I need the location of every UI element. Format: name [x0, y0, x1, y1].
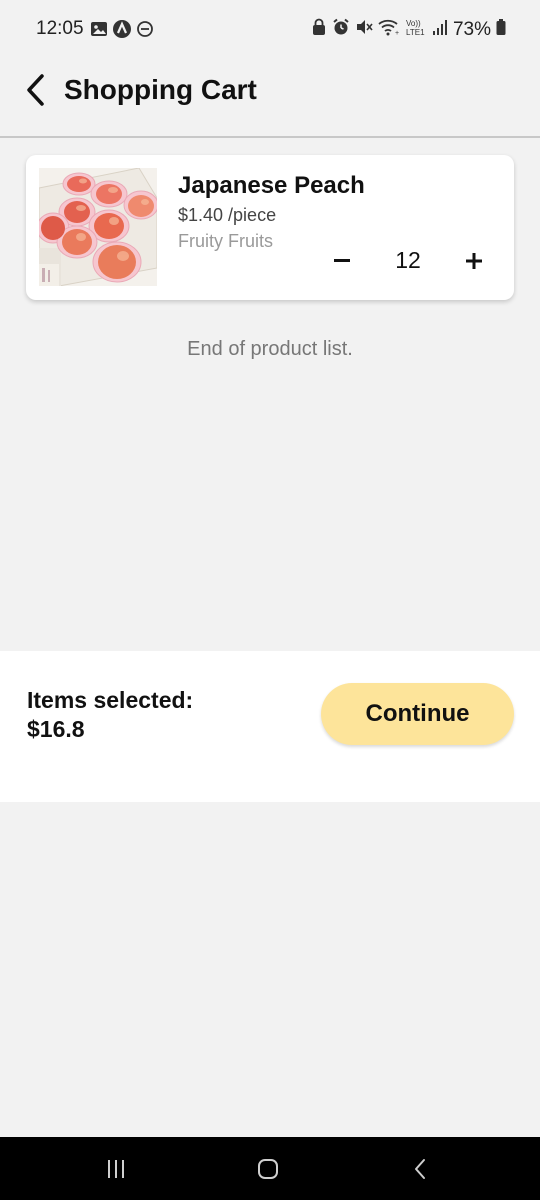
- items-selected-label: Items selected:: [27, 687, 194, 713]
- product-name: Japanese Peach: [178, 172, 365, 199]
- alarm-icon: [332, 18, 350, 41]
- end-of-list-text: End of product list.: [187, 338, 353, 360]
- continue-button[interactable]: Continue: [321, 683, 514, 745]
- product-seller: Fruity Fruits: [178, 231, 274, 251]
- status-right: + Vo)) LTE1 73%: [311, 18, 506, 41]
- system-back-button[interactable]: [400, 1155, 440, 1183]
- home-icon: [258, 1159, 278, 1179]
- home-button[interactable]: [248, 1155, 288, 1183]
- svg-text:LTE1: LTE1: [406, 28, 425, 36]
- status-time: 12:05: [36, 18, 84, 39]
- svg-text:+: +: [395, 30, 399, 36]
- product-image: [39, 168, 157, 286]
- quantity-decrease-button[interactable]: [326, 245, 358, 277]
- back-icon: [415, 1159, 425, 1179]
- battery-percent: 73%: [452, 18, 491, 40]
- image-icon: [90, 20, 108, 43]
- cart-total: $16.8: [27, 716, 85, 742]
- product-price: $1.40 /piece: [178, 205, 277, 225]
- volte-icon: Vo)) LTE1: [405, 18, 427, 41]
- status-left-icons: [90, 19, 154, 44]
- wifi-icon: +: [378, 18, 400, 41]
- app-bar: Shopping Cart: [0, 60, 540, 138]
- cart-item-card[interactable]: Japanese Peach $1.40 /piece Fruity Fruit…: [26, 155, 514, 300]
- app-icon: [112, 19, 132, 44]
- signal-icon: [432, 18, 448, 41]
- lock-icon: [311, 18, 327, 41]
- recent-apps-icon: [108, 1160, 124, 1178]
- dnd-icon: [136, 20, 154, 43]
- back-button[interactable]: [18, 70, 54, 110]
- quantity-increase-button[interactable]: [458, 245, 490, 277]
- plus-icon: [466, 253, 482, 269]
- status-bar: 12:05 + Vo)) LTE1 73%: [0, 0, 540, 60]
- checkout-summary: Items selected: $16.8 Continue: [0, 651, 540, 802]
- system-nav-bar: [0, 1137, 540, 1200]
- chevron-left-icon: [27, 74, 44, 106]
- page-title: Shopping Cart: [64, 74, 257, 105]
- minus-icon: [334, 259, 350, 262]
- mute-icon: [355, 18, 373, 41]
- svg-text:Vo)): Vo)): [406, 19, 421, 28]
- battery-icon: [496, 18, 506, 41]
- quantity-value: 12: [395, 247, 421, 273]
- recent-apps-button[interactable]: [96, 1155, 136, 1183]
